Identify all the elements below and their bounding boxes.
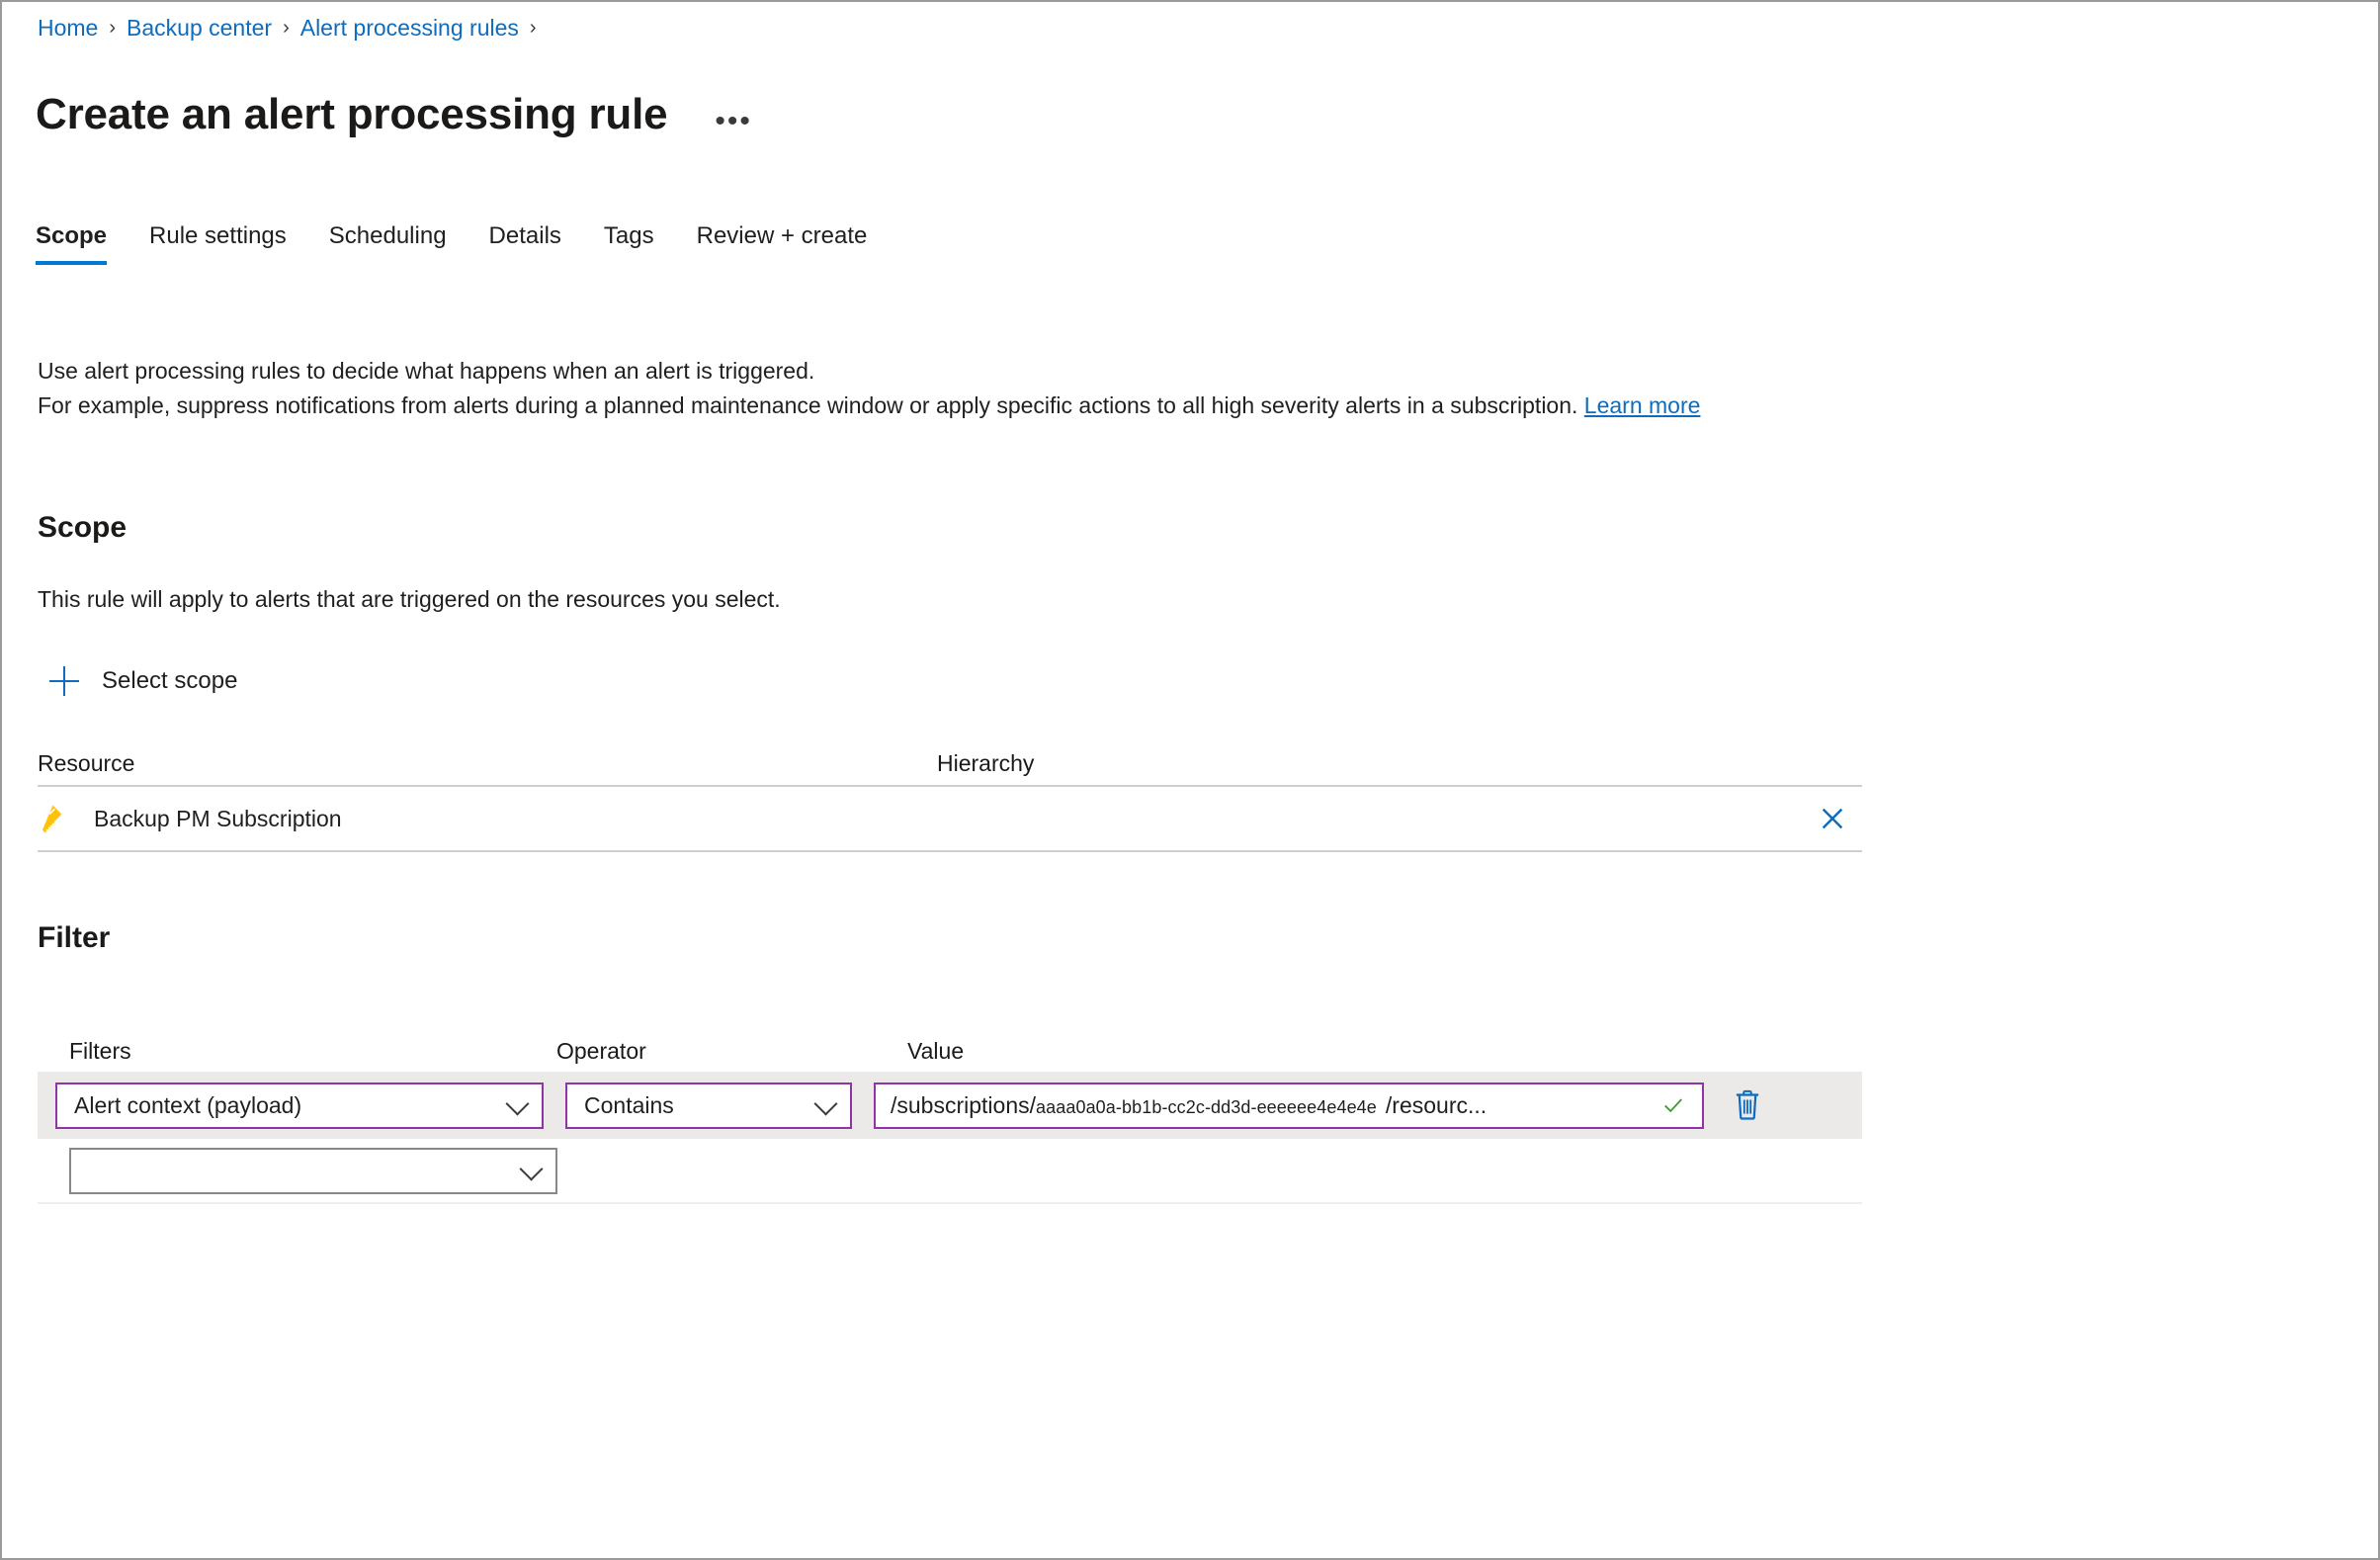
filter-operator-value: Contains — [584, 1091, 674, 1118]
learn-more-link[interactable]: Learn more — [1584, 392, 1701, 418]
value-guid: aaaa0a0a-bb1b-cc2c-dd3d-eeeeee4e4e4e — [1036, 1096, 1377, 1117]
intro-line-2-text: For example, suppress notifications from… — [38, 392, 1578, 418]
scope-resource-table: Resource Hierarchy Backup PM Subscriptio… — [38, 741, 1862, 852]
value-suffix: /resourc... — [1385, 1091, 1488, 1118]
value-prefix: /subscriptions/ — [891, 1091, 1037, 1118]
chevron-down-icon — [519, 1157, 544, 1181]
intro-line-2: For example, suppress notifications from… — [38, 389, 1866, 423]
filter-section-heading: Filter — [38, 921, 111, 954]
filter-type-dropdown-empty[interactable] — [69, 1147, 557, 1194]
tab-rule-settings[interactable]: Rule settings — [149, 221, 287, 265]
filter-value-text: /subscriptions/aaaa0a0a-bb1b-cc2c-dd3d-e… — [891, 1092, 1487, 1119]
valid-check-icon — [1664, 1098, 1682, 1113]
breadcrumb: Home › Backup center › Alert processing … — [38, 14, 548, 42]
column-header-filters: Filters — [69, 1037, 131, 1064]
breadcrumb-separator-icon: › — [529, 17, 537, 39]
chevron-down-icon — [813, 1091, 838, 1116]
filter-grid: Filters Operator Value Alert context (pa… — [38, 1030, 1862, 1204]
delete-filter-button[interactable] — [1728, 1083, 1767, 1127]
breadcrumb-item-backup-center[interactable]: Backup center — [127, 14, 272, 42]
trash-icon — [1736, 1089, 1759, 1120]
breadcrumb-item-alert-processing-rules[interactable]: Alert processing rules — [300, 14, 519, 42]
tab-tags[interactable]: Tags — [604, 221, 654, 265]
page-header: Create an alert processing rule ••• — [36, 59, 752, 171]
portal-blade: Home › Backup center › Alert processing … — [0, 0, 2380, 1560]
intro-text: Use alert processing rules to decide wha… — [38, 354, 1866, 423]
tab-scope[interactable]: Scope — [36, 221, 108, 265]
page-title: Create an alert processing rule — [36, 90, 668, 139]
filter-type-value: Alert context (payload) — [74, 1091, 302, 1118]
column-header-value: Value — [907, 1037, 965, 1064]
column-header-hierarchy: Hierarchy — [937, 749, 1035, 776]
filter-type-dropdown[interactable]: Alert context (payload) — [55, 1082, 544, 1129]
close-icon — [1822, 808, 1843, 829]
filter-value-input[interactable]: /subscriptions/aaaa0a0a-bb1b-cc2c-dd3d-e… — [874, 1082, 1704, 1129]
column-header-resource: Resource — [38, 749, 135, 776]
tab-review-create[interactable]: Review + create — [697, 221, 868, 265]
tab-bar: Scope Rule settings Scheduling Details T… — [36, 221, 909, 265]
table-row: Backup PM Subscription — [38, 787, 1862, 852]
filter-header-row: Filters Operator Value — [38, 1030, 1862, 1072]
filter-operator-dropdown[interactable]: Contains — [565, 1082, 852, 1129]
table-header-row: Resource Hierarchy — [38, 741, 1862, 787]
subscription-key-icon — [38, 802, 71, 835]
resource-cell: Backup PM Subscription — [38, 802, 937, 835]
column-header-operator: Operator — [556, 1037, 646, 1064]
plus-icon — [49, 666, 79, 696]
select-scope-label: Select scope — [102, 667, 238, 694]
remove-scope-button[interactable] — [1803, 805, 1862, 832]
intro-line-1: Use alert processing rules to decide wha… — [38, 358, 815, 384]
tab-details[interactable]: Details — [489, 221, 561, 265]
tab-scheduling[interactable]: Scheduling — [329, 221, 447, 265]
scope-description: This rule will apply to alerts that are … — [38, 586, 781, 612]
more-actions-icon[interactable]: ••• — [715, 107, 752, 136]
scope-section-heading: Scope — [38, 511, 128, 544]
resource-name: Backup PM Subscription — [94, 805, 342, 831]
breadcrumb-separator-icon: › — [283, 17, 290, 39]
chevron-down-icon — [505, 1091, 530, 1116]
select-scope-button[interactable]: Select scope — [49, 666, 237, 696]
breadcrumb-item-home[interactable]: Home — [38, 14, 98, 42]
breadcrumb-separator-icon: › — [109, 17, 117, 39]
filter-row: Alert context (payload) Contains /subscr… — [38, 1072, 1862, 1139]
filter-row-empty — [38, 1139, 1862, 1204]
